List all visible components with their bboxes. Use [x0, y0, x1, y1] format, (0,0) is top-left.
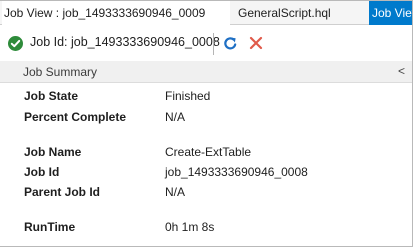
- prop-value-runtime: 0h 1m 8s: [165, 220, 215, 234]
- close-icon[interactable]: [248, 35, 264, 51]
- tab-general-script[interactable]: GeneralScript.hql: [238, 1, 364, 25]
- job-id-label: Job Id: job_1493333690946_0008: [30, 35, 220, 49]
- tab-job-view-0009[interactable]: Job View : job_1493333690946_0009: [2, 1, 230, 25]
- toolbar-separator: [213, 33, 214, 55]
- prop-value-job-state: Finished: [165, 89, 211, 103]
- prop-value-percent-complete: N/A: [165, 110, 186, 124]
- job-summary-header[interactable]: Job Summary <: [0, 61, 412, 83]
- prop-label-job-state: Job State: [24, 89, 79, 103]
- prop-value-parent-job-id: N/A: [165, 185, 186, 199]
- refresh-icon[interactable]: [222, 35, 239, 52]
- job-toolbar: Job Id: job_1493333690946_0008: [0, 27, 412, 61]
- tab-bar: Job View : job_1493333690946_0009 Genera…: [0, 1, 412, 25]
- section-title: Job Summary: [23, 65, 98, 79]
- prop-value-job-name: Create-ExtTable: [165, 145, 252, 159]
- collapse-chevron-icon[interactable]: <: [398, 64, 405, 78]
- prop-label-job-id: Job Id: [24, 165, 60, 179]
- prop-label-parent-job-id: Parent Job Id: [24, 185, 101, 199]
- prop-label-runtime: RunTime: [24, 220, 76, 234]
- prop-value-job-id: job_1493333690946_0008: [165, 165, 308, 179]
- job-view-window: Job View : job_1493333690946_0009 Genera…: [0, 0, 413, 247]
- success-check-icon: [8, 36, 23, 51]
- prop-label-job-name: Job Name: [24, 145, 82, 159]
- prop-label-percent-complete: Percent Complete: [24, 110, 127, 124]
- tab-job-view-active[interactable]: Job View: [369, 1, 412, 25]
